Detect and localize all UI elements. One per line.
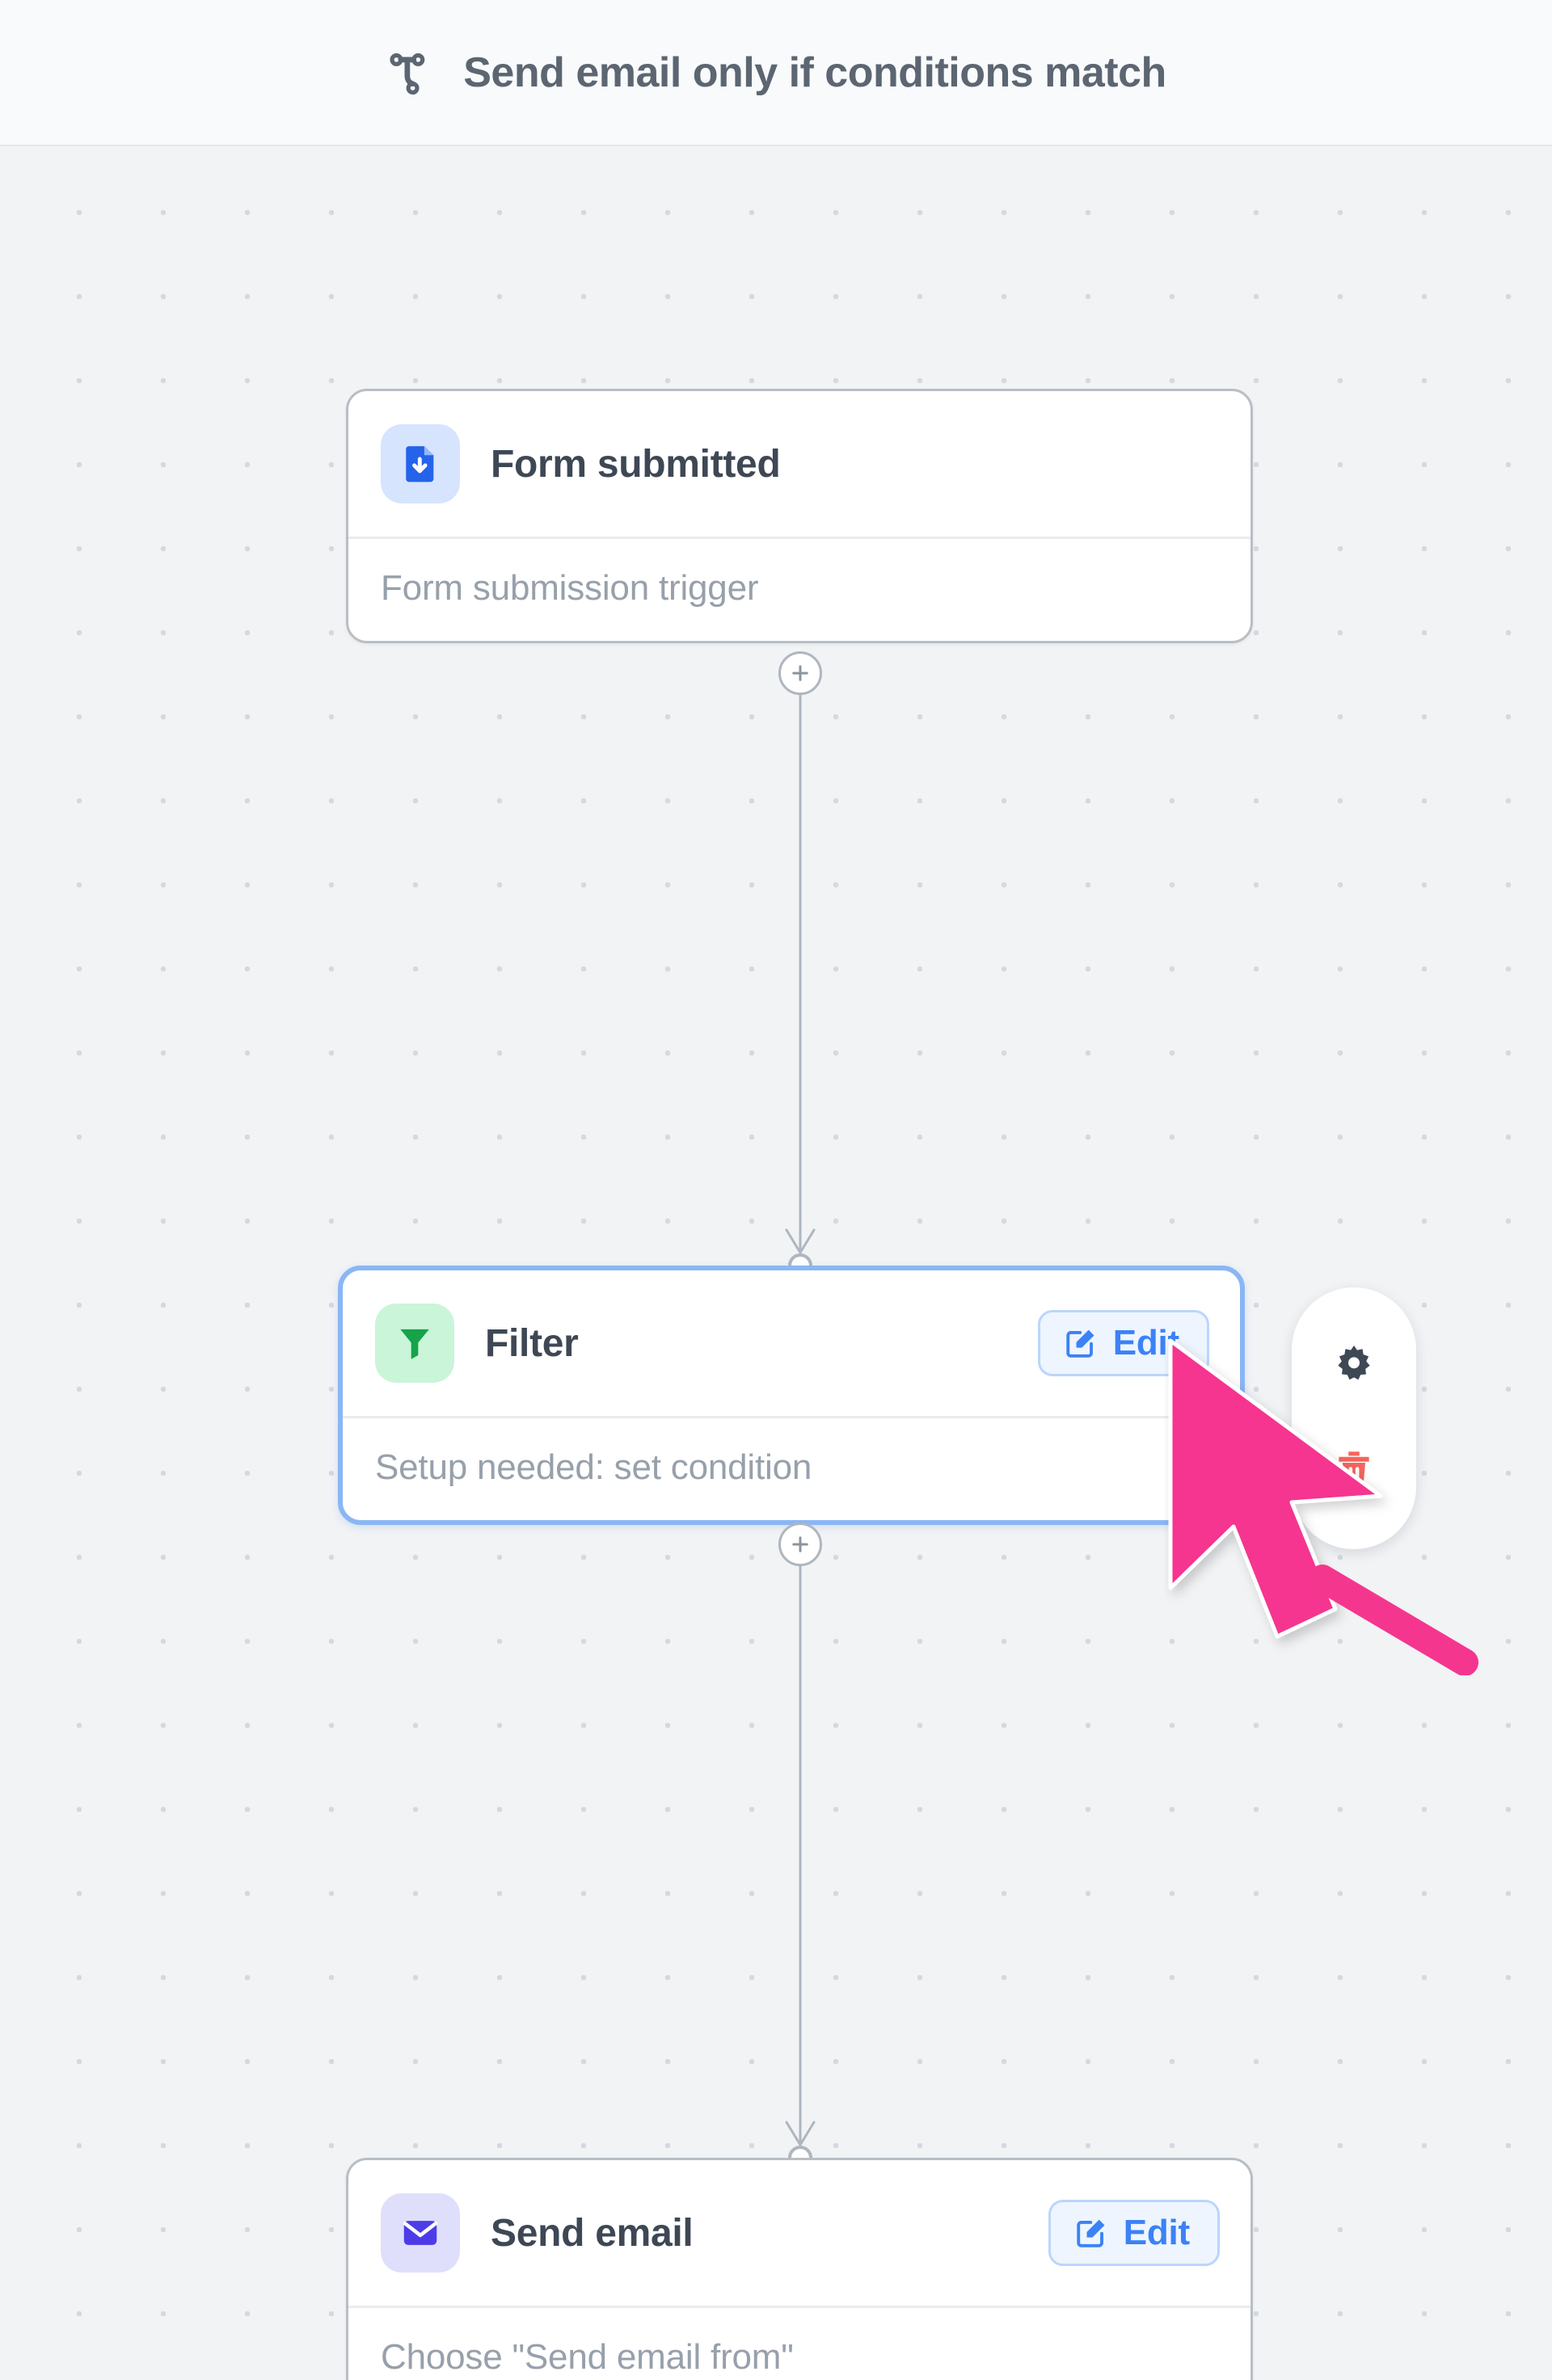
pencil-square-icon bbox=[1065, 1329, 1094, 1358]
plus-icon bbox=[792, 1536, 808, 1552]
add-step-button-after-filter[interactable] bbox=[778, 1523, 822, 1566]
envelope-icon bbox=[403, 2221, 438, 2245]
funnel-icon bbox=[400, 1329, 429, 1359]
node-card-filter[interactable]: Filter Edit Setup needed: set condition bbox=[338, 1266, 1245, 1525]
edit-button-label: Edit bbox=[1123, 2213, 1191, 2252]
add-step-button-after-form-submitted[interactable] bbox=[778, 651, 822, 695]
node-subtitle: Setup needed: set condition bbox=[375, 1447, 812, 1487]
node-subtitle: Form submission trigger bbox=[381, 568, 759, 608]
node-title: Filter bbox=[485, 1321, 579, 1365]
edit-button-label: Edit bbox=[1112, 1323, 1180, 1363]
workflow-canvas[interactable]: Form submitted Form submission trigger F… bbox=[0, 146, 1552, 2380]
node-card-form-submitted[interactable]: Form submitted Form submission trigger bbox=[346, 389, 1253, 643]
node-icon-badge bbox=[375, 1304, 454, 1383]
node-delete-button[interactable] bbox=[1317, 1433, 1391, 1507]
workflow-branch-icon bbox=[390, 53, 425, 95]
node-settings-button[interactable] bbox=[1317, 1329, 1391, 1404]
node-header: Form submitted bbox=[348, 391, 1250, 537]
node-icon-badge bbox=[381, 424, 460, 503]
pencil-square-icon bbox=[1076, 2219, 1105, 2247]
page-title: Send email only if conditions match bbox=[463, 48, 1166, 96]
edit-button-filter[interactable]: Edit bbox=[1037, 1310, 1209, 1376]
node-icon-badge bbox=[381, 2193, 460, 2273]
node-header: Filter Edit bbox=[343, 1270, 1240, 1416]
edit-button-send-email[interactable]: Edit bbox=[1048, 2200, 1220, 2266]
workflow-header: Send email only if conditions match bbox=[0, 0, 1552, 146]
node-title: Form submitted bbox=[491, 442, 781, 486]
node-header: Send email Edit bbox=[348, 2160, 1250, 2306]
plus-icon bbox=[792, 665, 808, 681]
node-action-panel[interactable] bbox=[1292, 1287, 1416, 1549]
gear-icon bbox=[1338, 1345, 1370, 1380]
node-title: Send email bbox=[491, 2211, 694, 2255]
trash-icon bbox=[1339, 1451, 1369, 1489]
document-download-icon bbox=[406, 446, 434, 482]
node-subtitle: Choose "Send email from" bbox=[381, 2337, 794, 2377]
node-card-send-email[interactable]: Send email Edit Choose "Send email from" bbox=[346, 2158, 1253, 2380]
